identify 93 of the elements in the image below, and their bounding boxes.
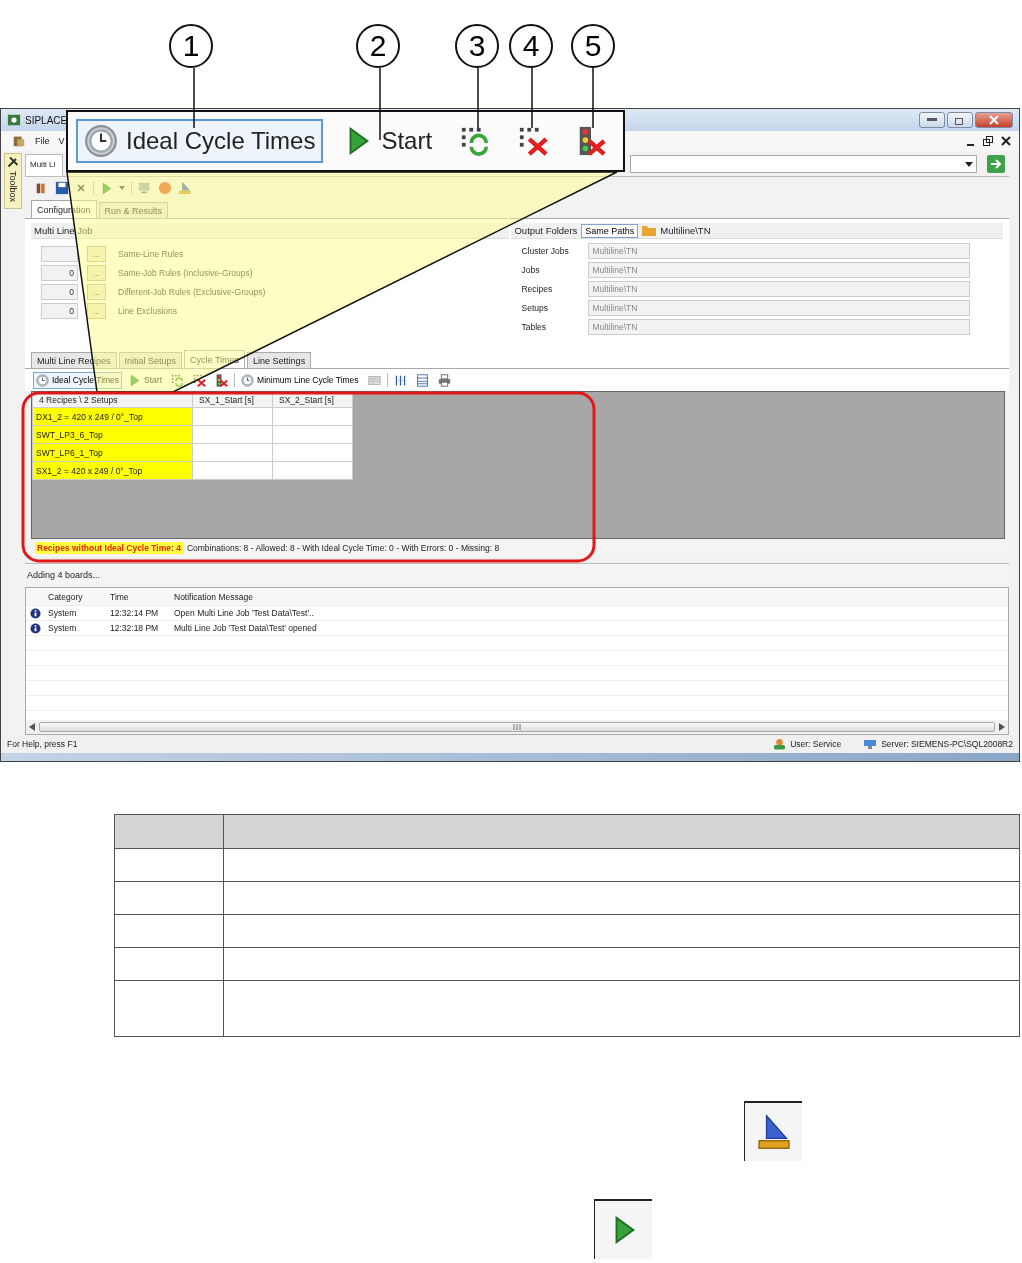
clock-icon [84,124,118,158]
folder-path: Multiline\TN [660,225,711,236]
save-icon [55,181,69,195]
tab[interactable]: Line Settings [247,352,312,368]
document-icon [12,134,26,148]
help-icon [158,181,172,195]
column-header: Category [47,591,84,602]
folder-icon [642,225,657,236]
grip-icon [513,724,521,730]
window-title: SIPLACE [25,114,68,126]
minimize-button[interactable] [919,112,945,128]
warning-text: Recipes without Ideal Cycle Time: 4 [35,542,183,554]
callout-number: 5 [571,24,615,68]
category-cell-text: System [47,608,78,618]
sheet-icon [415,373,429,387]
go-button[interactable] [987,155,1005,173]
table-icon [367,373,381,387]
browse-button[interactable]: ... [87,284,106,300]
rule-label: Same-Job Rules (Inclusive-Groups) [118,268,253,278]
close-button[interactable] [975,112,1013,128]
set-square-ruler-icon [178,181,192,195]
time-cell-text: 12:32:18 PM [109,623,160,633]
arrow-right-icon [990,159,1002,169]
dot-grid-arrows-icon [171,373,185,387]
close-icon [989,115,999,125]
field-label: Setups [521,303,549,313]
horizontal-scrollbar[interactable] [26,720,1008,734]
scroll-left-icon[interactable] [29,723,35,731]
column-header: Notification Message [173,591,254,602]
callout-number: 4 [509,24,553,68]
clock-icon [36,373,49,387]
restore-icon[interactable] [983,136,993,146]
browse-button[interactable]: ... [87,246,106,262]
minimize-icon [927,118,937,122]
rule-label: Different-Job Rules (Exclusive-Groups) [118,287,266,297]
dot-grid-cross-icon [193,373,207,387]
rule-label: Line Exclusions [118,306,178,316]
monitor-icon [138,181,152,195]
dot-grid-cross-icon [518,126,549,156]
group-title: Output Folders [514,225,578,236]
clock-icon [241,373,255,387]
user-status: User: Service [773,738,842,750]
summary-text: Combinations: 8 - Allowed: 8 - With Ideal Cycle Time: 0 - With Errors: 0 - Missing: 8 [186,543,500,553]
caret-icon [119,186,125,190]
same-paths-button[interactable]: Same Paths [581,223,639,238]
menu-item[interactable]: File [35,136,50,146]
field-label: Cluster Jobs [521,246,570,256]
browse-button[interactable]: ... [87,265,106,281]
group-header: Multi Line Job [31,223,510,239]
time-cell-text: 12:32:14 PM [109,608,160,618]
toolbar-button[interactable]: Start [335,119,441,163]
callout-number: 3 [455,24,499,68]
dot-grid-arrows-icon [460,126,491,156]
toolbox-tab[interactable]: Toolbox [4,153,22,209]
browse-button[interactable]: ... [87,303,106,319]
play-icon [100,181,113,195]
count-field[interactable]: 0 [41,303,78,319]
restore-icon [955,115,965,125]
column-header: Time [109,591,130,602]
app-icon [7,113,21,127]
message-cell-text: Open Multi Line Job 'Test Data\Test'.. [173,608,315,618]
scroll-right-icon[interactable] [999,723,1005,731]
printer-icon [437,373,451,387]
document-tab[interactable]: Multi Li [25,154,63,176]
callout-number: 2 [356,24,400,68]
traffic-light-cross-icon [215,373,229,387]
toolbar-button[interactable]: Ideal Cycle Times [33,371,123,389]
count-field[interactable]: 0 [41,265,78,281]
field-label: Jobs [521,265,541,275]
toolbar-button[interactable]: Minimum Line Cycle Times [238,371,362,389]
server-icon [863,738,878,750]
count-field[interactable] [41,246,78,262]
field-label: Recipes [521,284,554,294]
restore-button[interactable] [947,112,973,128]
toolbox-label: Toolbox [8,171,18,203]
user-icon [773,738,787,750]
tools-icon [7,156,19,168]
field-label: Tables [521,322,548,332]
callout-number: 1 [169,24,213,68]
status-text: For Help, press F1 [7,739,78,749]
progress-text: Adding 4 boards... [27,569,101,580]
count-field[interactable]: 0 [41,284,78,300]
close-icon [75,182,87,194]
close-icon[interactable] [1001,136,1011,146]
rule-label: Same-Line Rules [118,249,184,259]
server-status: Server: SIEMENS-PC\SQL2008R2 [863,738,1013,750]
play-icon [128,373,142,387]
message-cell-text: Multi Line Job 'Test Data\Test' opened [173,623,318,633]
dropdown-arrow-icon [965,161,973,167]
menu-item[interactable]: V [58,136,65,146]
toolbar-button[interactable]: Ideal Cycle Times [76,119,324,163]
columns-icon [393,373,407,387]
category-cell-text: System [47,623,78,633]
